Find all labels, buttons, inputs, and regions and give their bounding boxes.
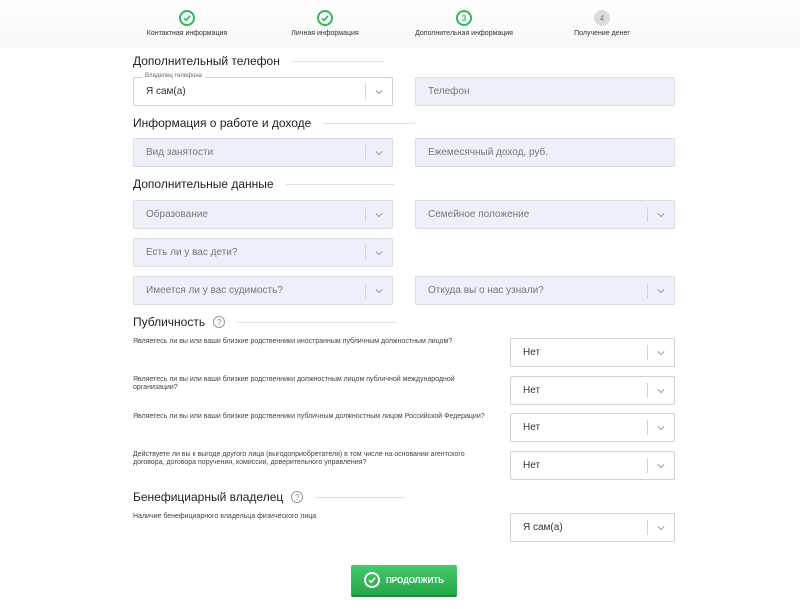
select-value: Нет (523, 422, 541, 433)
divider (647, 207, 648, 222)
step-label: Дополнительная информация (415, 30, 513, 37)
phone-placeholder: Телефон (428, 86, 470, 97)
step-label: Контактная информация (146, 30, 228, 37)
divider (647, 458, 648, 473)
education-select[interactable]: Образование (133, 200, 393, 229)
divider (365, 245, 366, 260)
chevron-down-icon (375, 251, 383, 256)
section-heading-extra: Дополнительные данные (133, 177, 394, 191)
step-contact-info: Контактная информация (127, 10, 247, 37)
marital-placeholder: Семейное положение (428, 209, 530, 220)
help-icon[interactable]: ? (291, 491, 304, 503)
select-value: Я сам(а) (523, 522, 563, 533)
divider (647, 283, 648, 298)
children-select[interactable]: Есть ли у вас дети? (133, 238, 393, 267)
chevron-down-icon (375, 151, 383, 156)
publicity-question: Являетесь ли вы или ваши близкие родстве… (133, 376, 455, 391)
chevron-down-icon (657, 426, 665, 431)
section-title: Информация о работе и доходе (133, 116, 312, 130)
chevron-down-icon (375, 289, 383, 294)
select-value: Нет (523, 385, 541, 396)
section-title: Бенефициарный владелец (133, 490, 284, 504)
section-heading-beneficiary: Бенефициарный владелец ? (133, 490, 406, 504)
chevron-down-icon (657, 351, 665, 356)
income-placeholder: Ежемесячный доход, руб. (428, 147, 549, 158)
select-value: Нет (523, 347, 541, 358)
conviction-placeholder: Имеется ли у вас судимость? (146, 285, 283, 296)
conviction-select[interactable]: Имеется ли у вас судимость? (133, 276, 393, 305)
divider (647, 520, 648, 535)
divider (315, 496, 406, 498)
divider (647, 383, 648, 398)
phone-owner-label: Владелец телефона (142, 73, 205, 79)
check-icon (363, 572, 380, 588)
section-title: Публичность (133, 315, 206, 329)
help-icon[interactable]: ? (213, 316, 226, 328)
publicity-question: Являетесь ли вы или ваши близкие родстве… (133, 338, 453, 345)
international-org-select[interactable]: Нет (510, 376, 675, 405)
phone-input[interactable]: Телефон (415, 77, 675, 106)
continue-label: ПРОДОЛЖИТЬ (385, 575, 445, 585)
divider (237, 321, 398, 323)
source-placeholder: Откуда вы о нас узнали? (428, 285, 544, 296)
income-input[interactable]: Ежемесячный доход, руб. (415, 138, 675, 167)
employment-select[interactable]: Вид занятости (133, 138, 393, 167)
section-title: Дополнительные данные (133, 177, 274, 191)
referral-source-select[interactable]: Откуда вы о нас узнали? (415, 276, 675, 305)
section-heading-phone: Дополнительный телефон (133, 54, 384, 68)
step-get-money: 4 Получение денег (542, 10, 662, 37)
phone-owner-value: Я сам(а) (146, 86, 186, 97)
phone-owner-select[interactable]: Владелец телефона Я сам(а) (133, 73, 393, 106)
publicity-question: Действуете ли вы к выгоде другого лица (… (133, 451, 465, 466)
divider (365, 145, 366, 160)
beneficiary-owner-select[interactable]: Я сам(а) (510, 513, 675, 542)
chevron-down-icon (657, 289, 665, 294)
step-label: Получение денег (574, 30, 630, 37)
education-placeholder: Образование (146, 209, 208, 220)
divider (365, 207, 366, 222)
divider (647, 345, 648, 360)
chevron-down-icon (657, 464, 665, 469)
divider (365, 283, 366, 298)
progress-stepper: Контактная информация Личная информация … (0, 0, 800, 48)
section-heading-work: Информация о работе и доходе (133, 116, 416, 130)
divider (323, 122, 416, 124)
step-number: 3 (456, 10, 472, 26)
publicity-question: Являетесь ли вы или ваши близкие родстве… (133, 413, 485, 420)
chevron-down-icon (657, 389, 665, 394)
divider (285, 183, 394, 185)
divider (365, 84, 366, 99)
beneficiary-acting-select[interactable]: Нет (510, 451, 675, 480)
marital-status-select[interactable]: Семейное положение (415, 200, 675, 229)
section-title: Дополнительный телефон (133, 54, 280, 68)
divider (647, 420, 648, 435)
chevron-down-icon (375, 90, 383, 95)
check-icon (179, 10, 195, 26)
children-placeholder: Есть ли у вас дети? (146, 247, 238, 258)
continue-button[interactable]: ПРОДОЛЖИТЬ (351, 565, 457, 595)
step-personal-info: Личная информация (265, 10, 385, 37)
chevron-down-icon (657, 213, 665, 218)
select-value: Нет (523, 460, 541, 471)
beneficiary-question: Наличие бенефициарного владельца физичес… (133, 513, 317, 520)
chevron-down-icon (375, 213, 383, 218)
russian-official-select[interactable]: Нет (510, 413, 675, 442)
step-label: Личная информация (291, 30, 359, 37)
employment-placeholder: Вид занятости (146, 147, 214, 158)
section-heading-publicity: Публичность ? (133, 315, 398, 329)
chevron-down-icon (657, 526, 665, 531)
check-icon (317, 10, 333, 26)
divider (291, 60, 384, 62)
step-number: 4 (594, 10, 610, 26)
foreign-official-select[interactable]: Нет (510, 338, 675, 367)
step-additional-info: 3 Дополнительная информация (404, 10, 524, 37)
